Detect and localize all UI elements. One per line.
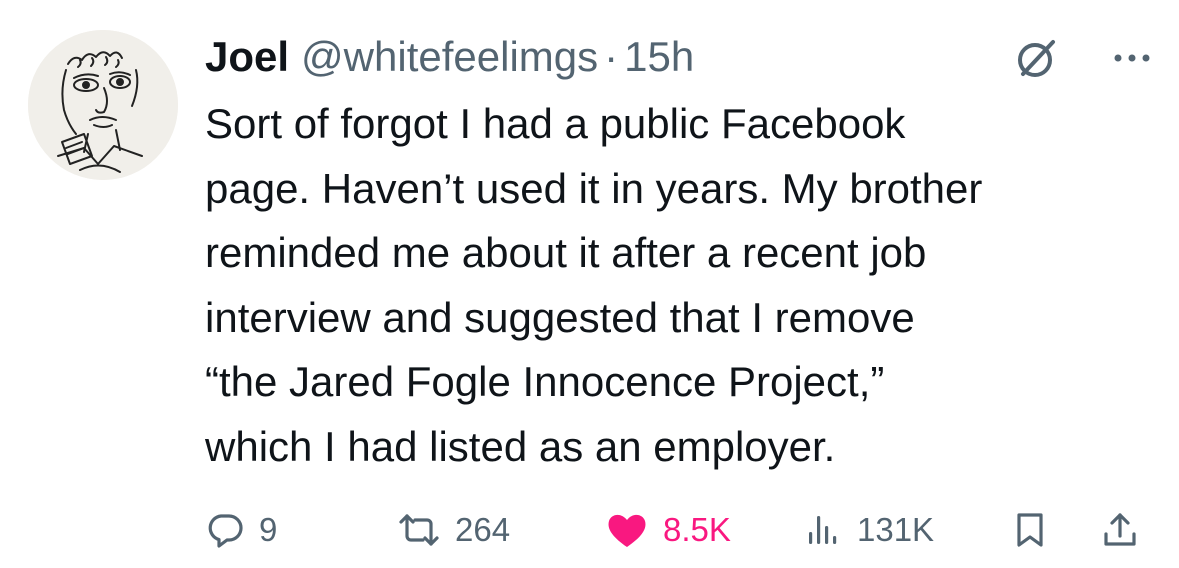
header-separator: · <box>604 33 619 80</box>
reply-count: 9 <box>259 511 278 548</box>
reply-icon <box>208 514 243 548</box>
reply-button[interactable]: 9 <box>205 505 277 555</box>
sketch-portrait-avatar-icon <box>28 30 178 180</box>
tweet-timestamp[interactable]: 15h <box>624 33 694 81</box>
more-icon[interactable] <box>1110 48 1154 68</box>
share-button[interactable] <box>1100 505 1140 555</box>
views-icon <box>809 516 837 544</box>
tweet-text: Sort of forgot I had a public Facebook p… <box>205 100 983 470</box>
tweet-header: Joel @whitefeelimgs · 15h <box>205 32 694 82</box>
bookmark-button[interactable] <box>1010 505 1050 555</box>
share-icon <box>1104 513 1136 546</box>
views-button[interactable]: 131K <box>803 505 934 555</box>
avatar[interactable] <box>28 30 178 180</box>
retweet-icon <box>399 514 439 546</box>
like-button[interactable]: 8.5K <box>605 505 731 555</box>
like-count: 8.5K <box>663 511 731 548</box>
view-count: 131K <box>857 511 935 548</box>
author-handle[interactable]: @whitefeelimgs <box>301 33 598 81</box>
author-name[interactable]: Joel <box>205 33 289 81</box>
retweet-count: 264 <box>455 511 511 548</box>
heart-icon <box>608 514 646 547</box>
grok-icon[interactable] <box>1015 36 1059 80</box>
tweet-actions: 9 264 8.5K 131K <box>205 505 1155 555</box>
tweet-card[interactable]: Joel @whitefeelimgs · 15h Sort of forgot… <box>0 0 1179 568</box>
retweet-button[interactable]: 264 <box>397 505 510 555</box>
bookmark-icon <box>1017 513 1043 547</box>
